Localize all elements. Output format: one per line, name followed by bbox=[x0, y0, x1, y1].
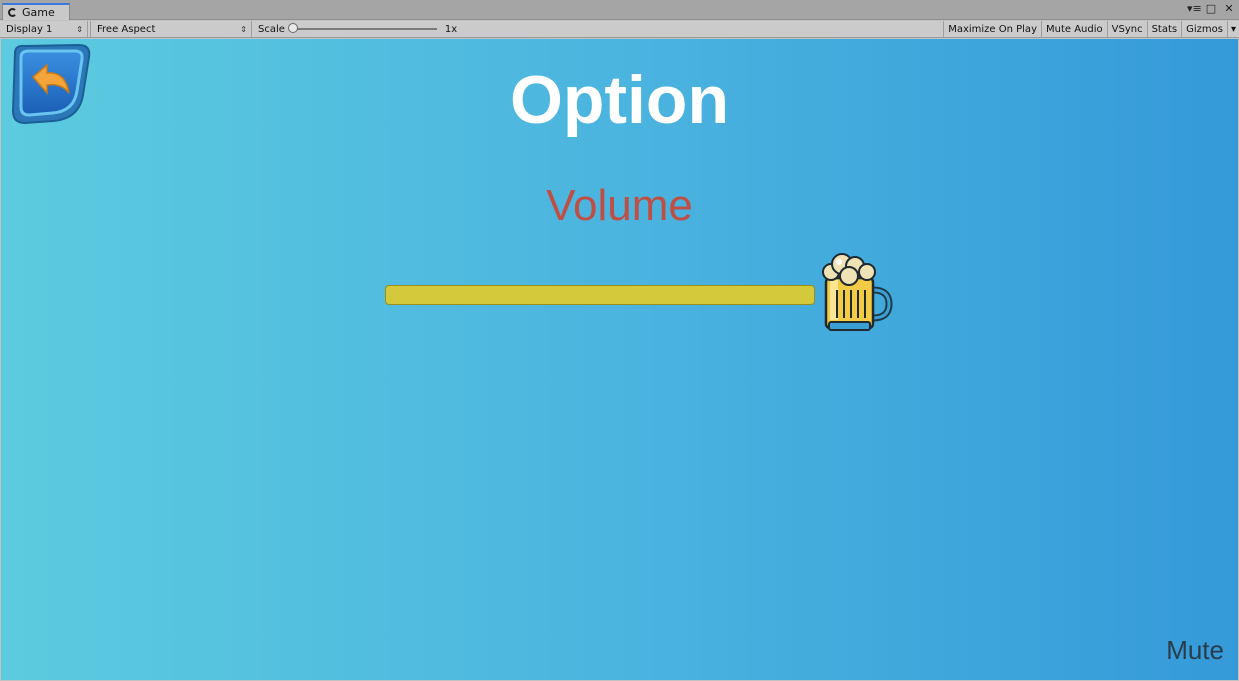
game-tab-label: Game bbox=[22, 6, 55, 19]
game-tab[interactable]: Game bbox=[2, 3, 70, 20]
page-title: Option bbox=[509, 62, 730, 138]
dropdown-arrow-icon: ⇕ bbox=[240, 24, 247, 34]
scale-value: 1x bbox=[444, 23, 458, 35]
mute-audio-toggle[interactable]: Mute Audio bbox=[1040, 21, 1107, 38]
toolbar-right-group: Maximize On Play Mute Audio VSync Stats … bbox=[943, 21, 1239, 38]
stats-toggle[interactable]: Stats bbox=[1146, 21, 1182, 38]
close-icon[interactable]: ✕ bbox=[1223, 2, 1235, 16]
game-view: Option Volume Mute bbox=[1, 39, 1238, 680]
display-dropdown[interactable]: Display 1 ⇕ bbox=[0, 20, 88, 38]
volume-label: Volume bbox=[546, 181, 693, 230]
editor-tab-bar: Game ▾≡ □ ✕ bbox=[0, 0, 1239, 20]
scale-slider[interactable] bbox=[287, 23, 437, 33]
display-dropdown-label: Display 1 bbox=[6, 23, 53, 35]
gizmos-toggle[interactable]: Gizmos bbox=[1181, 21, 1227, 38]
maximize-on-play-toggle[interactable]: Maximize On Play bbox=[943, 21, 1041, 38]
scale-slider-knob[interactable] bbox=[287, 23, 298, 33]
dropdown-arrow-icon: ⇕ bbox=[76, 24, 83, 34]
scale-control: Scale 1x bbox=[252, 21, 457, 38]
volume-slider[interactable] bbox=[385, 285, 815, 305]
unity-game-icon bbox=[8, 8, 17, 17]
aspect-dropdown-label: Free Aspect bbox=[97, 23, 156, 35]
gizmos-dropdown[interactable]: ▾ bbox=[1226, 21, 1239, 38]
vsync-toggle[interactable]: VSync bbox=[1106, 21, 1147, 38]
aspect-dropdown[interactable]: Free Aspect ⇕ bbox=[91, 20, 252, 38]
maximize-icon[interactable]: □ bbox=[1205, 2, 1217, 16]
game-toolbar: Display 1 ⇕ Free Aspect ⇕ Scale 1x Maxim… bbox=[0, 20, 1239, 38]
volume-slider-handle[interactable] bbox=[813, 250, 893, 336]
window-controls: ▾≡ □ ✕ bbox=[1187, 2, 1235, 16]
scale-label: Scale bbox=[258, 23, 285, 35]
menu-icon[interactable]: ▾≡ bbox=[1187, 2, 1202, 16]
beer-mug-icon bbox=[822, 253, 893, 331]
mute-button[interactable]: Mute bbox=[1166, 635, 1224, 666]
